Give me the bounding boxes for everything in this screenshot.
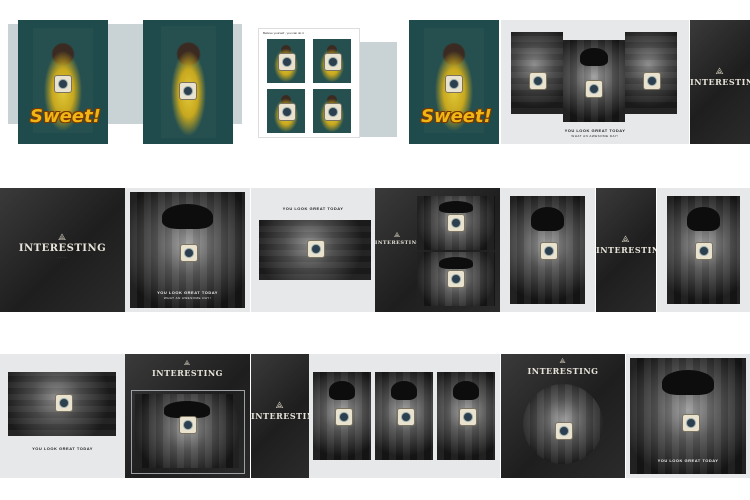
camera-icon (54, 75, 72, 93)
camera-icon (278, 103, 296, 121)
logo-title: INTERESTING (375, 240, 422, 246)
interesting-logo: ⟁ INTERESTING (375, 232, 422, 246)
camera-icon (459, 408, 477, 426)
spread-1-right-page (143, 20, 233, 144)
antlers-icon: ⟁ (559, 358, 567, 365)
hat-shape (453, 380, 479, 401)
logo-title: INTERESTING (596, 245, 656, 255)
antlers-icon: ⟁ (621, 234, 631, 244)
camera-icon (643, 72, 661, 90)
hat-shape (438, 257, 474, 270)
spread-6-center-page: ⟁ INTERESTING (596, 188, 656, 312)
camera-icon (447, 214, 465, 232)
sweet-title: Sweet! (30, 106, 101, 127)
antlers-icon: ⟁ (715, 66, 725, 76)
camera-icon (540, 242, 558, 260)
interesting-logo: ⟁ INTERESTING (125, 360, 250, 378)
spread-2-page: Believe yourself , you can do it (258, 28, 360, 138)
spread-1[interactable]: Sweet! (0, 12, 250, 144)
logo-subtitle: · · · · · (58, 255, 67, 259)
spread-4-left-page: ⟁ INTERESTING · · · · · (0, 188, 125, 312)
camera-icon (529, 72, 547, 90)
camera-icon (585, 80, 603, 98)
logo-title: INTERESTING (18, 243, 107, 254)
hat-shape (687, 206, 720, 231)
spread-9-caption: YOU LOOK GREAT TODAY (657, 458, 719, 463)
interesting-logo: ⟁ INTERESTING (251, 400, 309, 421)
interesting-logo: ⟁ INTERESTING (690, 66, 750, 87)
spread-3-right-page: ⟁ INTERESTING (690, 20, 750, 144)
spread-7-caption: YOU LOOK GREAT TODAY (32, 446, 93, 451)
spread-5-right-page: ⟁ INTERESTING (375, 188, 500, 312)
interesting-logo: ⟁ INTERESTING (596, 234, 656, 255)
spread-4-subcaption: WHAT AN AWESOME DAY! (163, 296, 212, 300)
hat-shape (580, 48, 608, 67)
interesting-logo: ⟁ INTERESTING (501, 358, 625, 376)
spread-3-subcaption: WHAT AN AWESOME DAY! (571, 134, 619, 138)
camera-icon (324, 103, 342, 121)
camera-icon (695, 242, 713, 260)
spread-2-heading: Believe yourself , you can do it (263, 31, 304, 35)
interesting-logo: ⟁ INTERESTING · · · · · (0, 232, 125, 259)
spread-1-left-page: Sweet! (18, 20, 108, 144)
camera-icon (335, 408, 353, 426)
camera-icon (445, 75, 463, 93)
logo-title: INTERESTING (152, 368, 223, 378)
camera-icon (307, 240, 325, 258)
logo-title: INTERESTING (251, 411, 309, 421)
camera-icon (397, 408, 415, 426)
hat-shape (438, 201, 474, 214)
spread-3-caption: YOU LOOK GREAT TODAY (564, 128, 626, 133)
spread-5-left-page: YOU LOOK GREAT TODAY (251, 188, 375, 312)
spread-6-left-page (500, 188, 595, 312)
antlers-icon: ⟁ (183, 360, 192, 367)
spread-9-right-page: YOU LOOK GREAT TODAY (626, 354, 750, 478)
spread-4-caption: YOU LOOK GREAT TODAY (157, 290, 218, 295)
spread-8-right-page (309, 354, 500, 478)
camera-icon (555, 422, 573, 440)
spread-5-heading: YOU LOOK GREAT TODAY (282, 206, 344, 211)
antlers-icon: ⟁ (57, 232, 68, 242)
camera-icon (324, 53, 342, 71)
spread-7-left-page: YOU LOOK GREAT TODAY (0, 354, 125, 478)
camera-icon (179, 82, 197, 100)
logo-title: INTERESTING (690, 77, 750, 87)
camera-icon (55, 394, 73, 412)
camera-icon (447, 270, 465, 288)
spread-9-left-page: ⟁ INTERESTING (501, 354, 625, 478)
camera-icon (179, 416, 197, 434)
spread-3[interactable]: Sweet! YOU LOOK GREAT TODAY WHAT AN AWES… (409, 12, 689, 144)
camera-icon (682, 414, 700, 432)
logo-title: INTERESTING (527, 366, 599, 376)
spread-7-right-page: ⟁ INTERESTING (125, 354, 250, 478)
spread-3-center-page: YOU LOOK GREAT TODAY WHAT AN AWESOME DAY… (501, 20, 689, 144)
hat-shape (531, 206, 564, 231)
spread-2-side-panel (355, 42, 397, 137)
spread-6-right-page (657, 188, 750, 312)
camera-icon (180, 244, 198, 262)
hat-shape (329, 380, 355, 401)
spread-3-left-page: Sweet! (409, 20, 499, 144)
hat-shape (391, 380, 417, 401)
hat-shape (662, 369, 714, 396)
antlers-icon: ⟁ (393, 232, 402, 239)
antlers-icon: ⟁ (275, 400, 285, 410)
spread-4-right-page: YOU LOOK GREAT TODAY WHAT AN AWESOME DAY… (125, 188, 250, 312)
camera-icon (278, 53, 296, 71)
sweet-title: Sweet! (421, 106, 492, 127)
spread-8-left-page: ⟁ INTERESTING (251, 354, 309, 478)
hat-shape (162, 203, 213, 230)
